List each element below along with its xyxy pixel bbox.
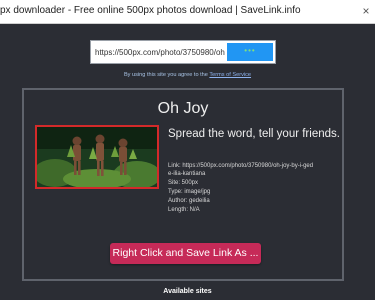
share-tagline: Spread the word, tell your friends. [168,128,340,140]
url-form: ••• [90,40,276,64]
photo-title: Oh Joy [157,100,209,117]
photo-thumbnail-image [37,127,157,187]
download-button[interactable]: ••• [227,43,273,61]
url-input[interactable] [91,41,225,63]
author-info: Author: gedeilia [168,198,210,204]
terms-of-service-link[interactable]: Terms of Service [209,72,251,78]
site-info: Site: 500px [168,180,199,186]
tab-title[interactable]: px downloader - Free online 500px photos… [0,5,360,16]
length-info: Length: N/A [168,207,200,213]
terms-notice: By using this site you agree to the Term… [0,72,375,78]
link-line-2: e-ilia-kantiana [168,171,206,177]
photo-thumbnail[interactable] [35,125,159,189]
available-sites-heading: Available sites [163,288,212,295]
loading-dots-icon: ••• [244,46,256,55]
terms-prefix: By using this site you agree to the [123,72,210,78]
type-info: Type: image/jpg [168,189,211,195]
browser-tab-bar: px downloader - Free online 500px photos… [0,0,375,24]
save-link-button[interactable]: Right Click and Save Link As ... [110,243,261,264]
close-tab-icon[interactable]: × [359,3,373,19]
